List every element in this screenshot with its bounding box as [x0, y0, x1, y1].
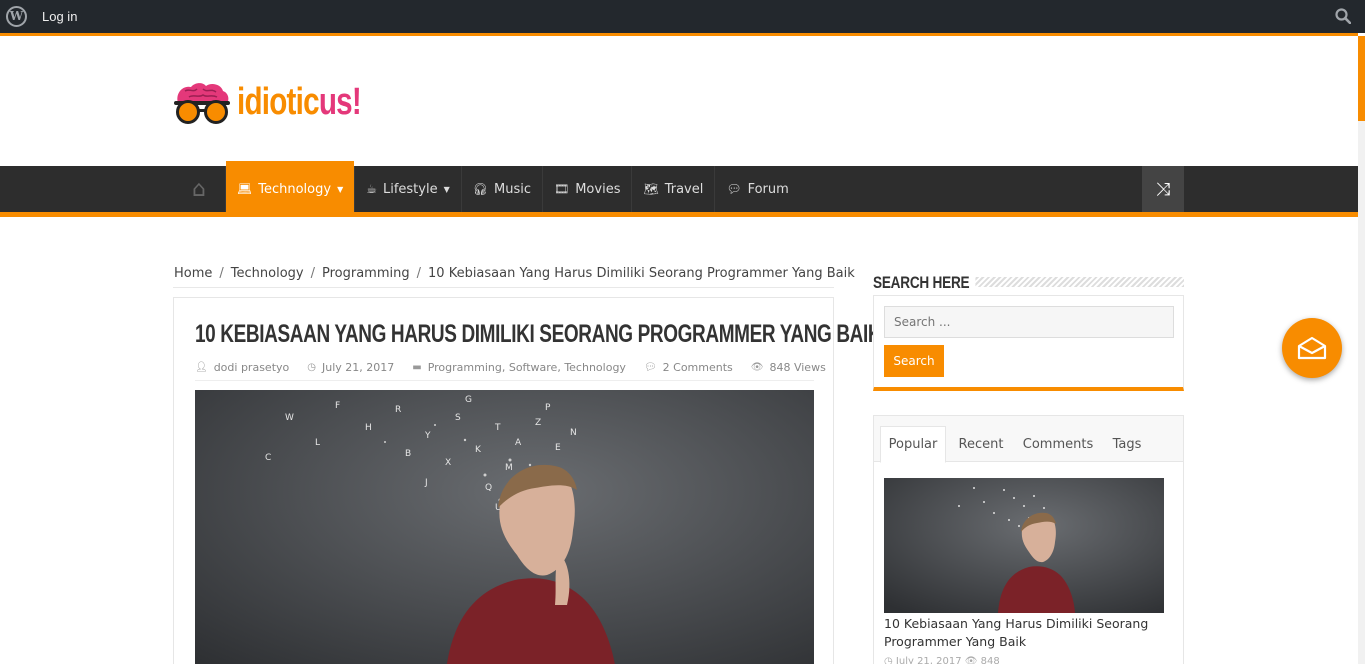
admin-bar: W Log in: [0, 0, 1365, 33]
svg-text:Y: Y: [424, 431, 431, 441]
folder-icon: ▬: [412, 362, 422, 373]
featured-image: TAKZ SYEM RXDQ HBPN FLWG UOCJ: [195, 390, 814, 664]
site-name: idioticus!: [237, 81, 362, 123]
nav-item-label: Music: [493, 181, 531, 197]
comments-icon: 💬︎: [726, 182, 742, 196]
film-icon: 🎞︎: [553, 182, 570, 196]
svg-text:T: T: [494, 423, 501, 433]
shuffle-icon: ⤨: [1155, 178, 1171, 200]
breadcrumb-programming[interactable]: Programming: [322, 266, 410, 281]
clock-icon: ◷: [307, 362, 316, 373]
tab-tags[interactable]: Tags: [1104, 426, 1150, 462]
tab-popular[interactable]: Popular: [880, 426, 946, 463]
headphones-icon: 🎧︎: [472, 182, 488, 196]
post-article: 10 Kebiasaan Yang Harus Dimiliki Seorang…: [173, 297, 882, 664]
nav-item-label: Lifestyle: [382, 181, 438, 197]
clock-icon: ◷: [884, 656, 896, 664]
popular-post-thumbnail[interactable]: [884, 478, 1164, 613]
coffee-icon: ☕︎: [366, 182, 377, 196]
nav-item-lifestyle[interactable]: ☕︎ Lifestyle ▼: [355, 166, 462, 212]
nav-item-forum[interactable]: 💬︎ Forum: [715, 166, 799, 212]
eye-icon: 👁︎: [750, 362, 764, 373]
envelope-icon: [1297, 336, 1327, 360]
svg-text:E: E: [555, 443, 561, 453]
nav-item-technology[interactable]: 💻︎ Technology ▼: [226, 161, 356, 212]
comments-icon: 💬︎: [643, 362, 657, 373]
map-icon: 🗺︎: [643, 182, 659, 196]
breadcrumb-technology[interactable]: Technology: [231, 266, 304, 281]
laptop-icon: 💻︎: [237, 182, 253, 196]
scrollbar-thumb[interactable]: [1358, 36, 1365, 121]
popular-post-meta: ◷ July 21, 2017 👁︎ 848: [884, 656, 1000, 664]
search-widget: Search: [873, 295, 1184, 391]
site-logo[interactable]: idioticus!: [173, 80, 396, 125]
svg-text:J: J: [424, 478, 428, 488]
breadcrumb-home[interactable]: Home: [174, 266, 212, 281]
nav-item-label: Travel: [664, 181, 704, 197]
svg-text:M: M: [505, 463, 513, 473]
subscribe-button[interactable]: [1282, 318, 1342, 378]
search-widget-header: Search Here: [873, 273, 1184, 293]
svg-text:H: H: [365, 423, 372, 433]
breadcrumb-current: 10 Kebiasaan Yang Harus Dimiliki Seorang…: [428, 266, 855, 281]
svg-text:B: B: [405, 449, 411, 459]
nav-item-label: Movies: [575, 181, 621, 197]
svg-text:W: W: [285, 413, 294, 423]
tabbed-posts-widget: Popular Recent Comments Tags 10 Kebiasaa…: [873, 415, 1184, 664]
login-link[interactable]: Log in: [42, 9, 77, 24]
nav-item-travel[interactable]: 🗺︎ Travel: [632, 166, 716, 212]
svg-text:F: F: [335, 401, 340, 411]
caret-down-icon: ▼: [443, 184, 450, 194]
post-meta: 👤︎ dodi prasetyo ◷ July 21, 2017 ▬ Programm…: [195, 361, 844, 374]
caret-down-icon: ▼: [337, 184, 344, 194]
svg-text:Q: Q: [485, 483, 492, 493]
eye-icon: 👁︎: [964, 656, 981, 664]
widget-title: Search Here: [873, 273, 976, 293]
search-input[interactable]: [884, 306, 1174, 338]
title-stripes: [965, 277, 1184, 287]
post-views: 848 Views: [769, 361, 826, 374]
svg-text:L: L: [315, 438, 320, 448]
nav-item-music[interactable]: 🎧︎ Music: [462, 166, 543, 212]
svg-text:N: N: [570, 428, 577, 438]
tab-recent[interactable]: Recent: [950, 426, 1012, 462]
nav-item-label: Forum: [747, 181, 789, 197]
nav-item-movies[interactable]: 🎞︎ Movies: [543, 166, 633, 212]
svg-text:G: G: [465, 395, 472, 405]
svg-text:P: P: [545, 403, 551, 413]
wordpress-icon[interactable]: W: [6, 6, 27, 27]
navbar-accent-line: [0, 212, 1358, 217]
random-post-button[interactable]: ⤨: [1142, 166, 1184, 212]
nav-item-label: Technology: [258, 181, 332, 197]
post-date: July 21, 2017: [321, 361, 395, 374]
home-icon[interactable]: ⌂: [173, 166, 226, 212]
search-icon[interactable]: [1335, 8, 1351, 24]
divider: [173, 287, 834, 288]
popular-post-title[interactable]: 10 Kebiasaan Yang Harus Dimiliki Seorang…: [884, 615, 1174, 651]
svg-text:C: C: [265, 453, 271, 463]
user-icon: 👤︎: [195, 362, 208, 373]
svg-text:S: S: [455, 413, 461, 423]
brain-glasses-icon: [174, 82, 230, 124]
divider: [195, 380, 814, 381]
main-menu: ⌂ 💻︎ Technology ▼ ☕︎ Lifestyle ▼ 🎧︎ Musi…: [173, 161, 800, 212]
header-accent-line: [0, 33, 1358, 36]
svg-text:A: A: [515, 438, 522, 448]
post-categories[interactable]: Programming, Software, Technology: [428, 361, 626, 374]
svg-text:Z: Z: [535, 418, 541, 428]
search-button[interactable]: Search: [884, 345, 944, 377]
svg-text:R: R: [395, 405, 401, 415]
svg-text:X: X: [445, 458, 451, 468]
tab-comments[interactable]: Comments: [1018, 426, 1098, 462]
post-comments[interactable]: 2 Comments: [663, 361, 733, 374]
page-scrollbar[interactable]: [1358, 36, 1365, 664]
breadcrumb: Home / Technology / Programming/10 Kebiasaan…: [174, 266, 855, 281]
post-title: 10 Kebiasaan Yang Harus Dimiliki Seorang…: [195, 320, 882, 348]
post-author[interactable]: dodi prasetyo: [214, 361, 290, 374]
